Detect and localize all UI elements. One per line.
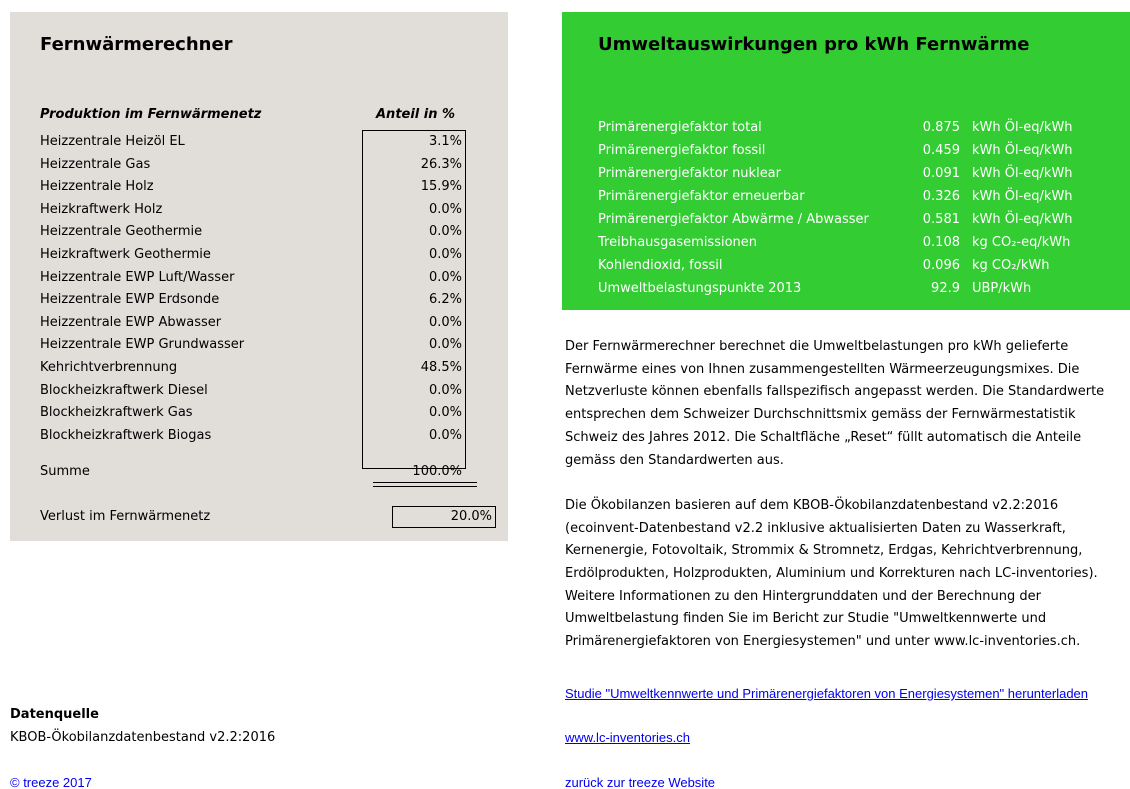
production-label: Heizkraftwerk Geothermie [40,246,211,262]
production-label: Heizzentrale EWP Erdsonde [40,292,220,308]
production-row: Heizzentrale Gas 26.3% [40,154,470,177]
production-row: Heizzentrale EWP Abwasser 0.0% [40,312,470,335]
production-row: Heizzentrale Heizöl EL 3.1% [40,131,470,154]
impact-row: Primärenergiefaktor Abwärme / Abwasser 0… [598,208,1128,231]
impact-unit: UBP/kWh [972,281,1032,296]
sum-underline [373,482,477,483]
impact-row: Treibhausgasemissionen 0.108 kg CO₂-eq/k… [598,231,1128,254]
impact-label: Umweltbelastungspunkte 2013 [598,281,802,296]
share-input[interactable]: 0.0% [362,425,465,448]
impact-value: 0.091 [922,166,960,181]
impact-value: 0.459 [922,143,960,158]
impact-unit: kWh Öl-eq/kWh [972,212,1073,227]
impact-rows: Primärenergiefaktor total 0.875 kWh Öl-e… [598,116,1128,300]
impact-label: Treibhausgasemissionen [598,235,758,250]
loss-label: Verlust im Fernwärmenetz [40,509,211,524]
share-input[interactable]: 0.0% [362,267,465,290]
impact-value: 0.581 [922,212,960,227]
share-input[interactable]: 3.1% [362,131,465,154]
impact-label: Primärenergiefaktor nuklear [598,166,781,181]
source-value: KBOB-Ökobilanzdatenbestand v2.2:2016 [10,730,276,745]
impact-unit: kWh Öl-eq/kWh [972,120,1073,135]
impact-row: Primärenergiefaktor nuklear 0.091 kWh Öl… [598,162,1128,185]
production-header: Produktion im Fernwärmenetz [40,107,262,122]
production-label: Heizzentrale EWP Luft/Wasser [40,269,235,285]
impact-unit: kWh Öl-eq/kWh [972,166,1073,181]
impact-value: 0.875 [922,120,960,135]
impact-row: Kohlendioxid, fossil 0.096 kg CO₂/kWh [598,254,1128,277]
description-paragraph-1: Der Fernwärmerechner berechnet die Umwel… [565,339,1105,468]
production-row: Blockheizkraftwerk Gas 0.0% [40,402,470,425]
impact-label: Primärenergiefaktor total [598,120,762,135]
sum-label: Summe [40,464,90,479]
production-label: Blockheizkraftwerk Gas [40,405,193,421]
impact-row: Primärenergiefaktor erneuerbar 0.326 kWh… [598,185,1128,208]
impact-unit: kg CO₂-eq/kWh [972,235,1071,250]
sum-row: Summe 100.0% [40,462,470,482]
share-input[interactable]: 0.0% [362,312,465,335]
impact-unit: kg CO₂/kWh [972,258,1050,273]
production-row: Heizzentrale EWP Luft/Wasser 0.0% [40,267,470,290]
impact-unit: kWh Öl-eq/kWh [972,189,1073,204]
production-row: Heizkraftwerk Holz 0.0% [40,199,470,222]
impact-value: 0.096 [922,258,960,273]
impact-value: 0.326 [922,189,960,204]
impact-value: 0.108 [922,235,960,250]
impact-label: Primärenergiefaktor fossil [598,143,766,158]
production-row: Blockheizkraftwerk Diesel 0.0% [40,380,470,403]
source-title: Datenquelle [10,707,99,722]
impact-value: 92.9 [931,281,960,296]
loss-row: Verlust im Fernwärmenetz 20.0% [40,506,496,528]
production-row: Blockheizkraftwerk Biogas 0.0% [40,425,470,448]
share-input[interactable]: 15.9% [362,176,465,199]
impact-row: Primärenergiefaktor fossil 0.459 kWh Öl-… [598,139,1128,162]
impact-label: Primärenergiefaktor erneuerbar [598,189,805,204]
impacts-title: Umweltauswirkungen pro kWh Fernwärme [598,34,1030,55]
description-paragraph-2: Die Ökobilanzen basieren auf dem KBOB-Ök… [565,497,1098,650]
share-input[interactable]: 0.0% [362,244,465,267]
production-label: Heizkraftwerk Holz [40,201,163,217]
copyright-link[interactable]: © treeze 2017 [10,775,92,789]
impact-unit: kWh Öl-eq/kWh [972,143,1073,158]
production-label: Kehrichtverbrennung [40,359,178,375]
production-label: Heizzentrale EWP Abwasser [40,314,222,330]
impact-label: Primärenergiefaktor Abwärme / Abwasser [598,212,869,227]
production-row: Heizkraftwerk Geothermie 0.0% [40,244,470,267]
production-label: Blockheizkraftwerk Biogas [40,427,212,443]
description: Der Fernwärmerechner berechnet die Umwel… [565,336,1125,677]
production-row: Kehrichtverbrennung 48.5% [40,357,470,380]
production-row: Heizzentrale Holz 15.9% [40,176,470,199]
production-row: Heizzentrale Geothermie 0.0% [40,221,470,244]
production-label: Heizzentrale Heizöl EL [40,134,185,149]
share-input[interactable]: 0.0% [362,334,465,357]
sum-value: 100.0% [412,464,462,479]
share-input[interactable]: 0.0% [362,221,465,244]
production-row: Heizzentrale EWP Erdsonde 6.2% [40,289,470,312]
share-input[interactable]: 6.2% [362,289,465,312]
production-label: Heizzentrale Gas [40,156,151,172]
calculator-title: Fernwärmerechner [40,34,233,55]
share-header: Anteil in % [376,107,456,122]
study-download-link[interactable]: Studie "Umweltkennwerte und Primärenergi… [565,685,1095,702]
production-label: Blockheizkraftwerk Diesel [40,382,208,398]
back-to-website-link[interactable]: zurück zur treeze Website [565,775,715,789]
lc-inventories-link[interactable]: www.lc-inventories.ch [565,730,690,745]
production-row: Heizzentrale EWP Grundwasser 0.0% [40,334,470,357]
impact-row: Primärenergiefaktor total 0.875 kWh Öl-e… [598,116,1128,139]
production-rows: Heizzentrale Heizöl EL 3.1% Heizzentrale… [40,131,470,447]
share-input[interactable]: 0.0% [362,199,465,222]
impacts-panel: Umweltauswirkungen pro kWh Fernwärme Pri… [562,12,1130,310]
production-label: Heizzentrale Geothermie [40,224,203,240]
share-input[interactable]: 26.3% [362,154,465,177]
loss-input[interactable]: 20.0% [392,506,496,528]
share-input[interactable]: 0.0% [362,380,465,403]
sum-double-underline [373,486,477,487]
impact-label: Kohlendioxid, fossil [598,258,723,273]
production-label: Heizzentrale EWP Grundwasser [40,337,245,353]
impact-row: Umweltbelastungspunkte 2013 92.9 UBP/kWh [598,277,1128,300]
share-input[interactable]: 0.0% [362,402,465,425]
calculator-panel: Fernwärmerechner Produktion im Fernwärme… [10,12,508,541]
production-label: Heizzentrale Holz [40,179,154,195]
share-input[interactable]: 48.5% [362,357,465,380]
